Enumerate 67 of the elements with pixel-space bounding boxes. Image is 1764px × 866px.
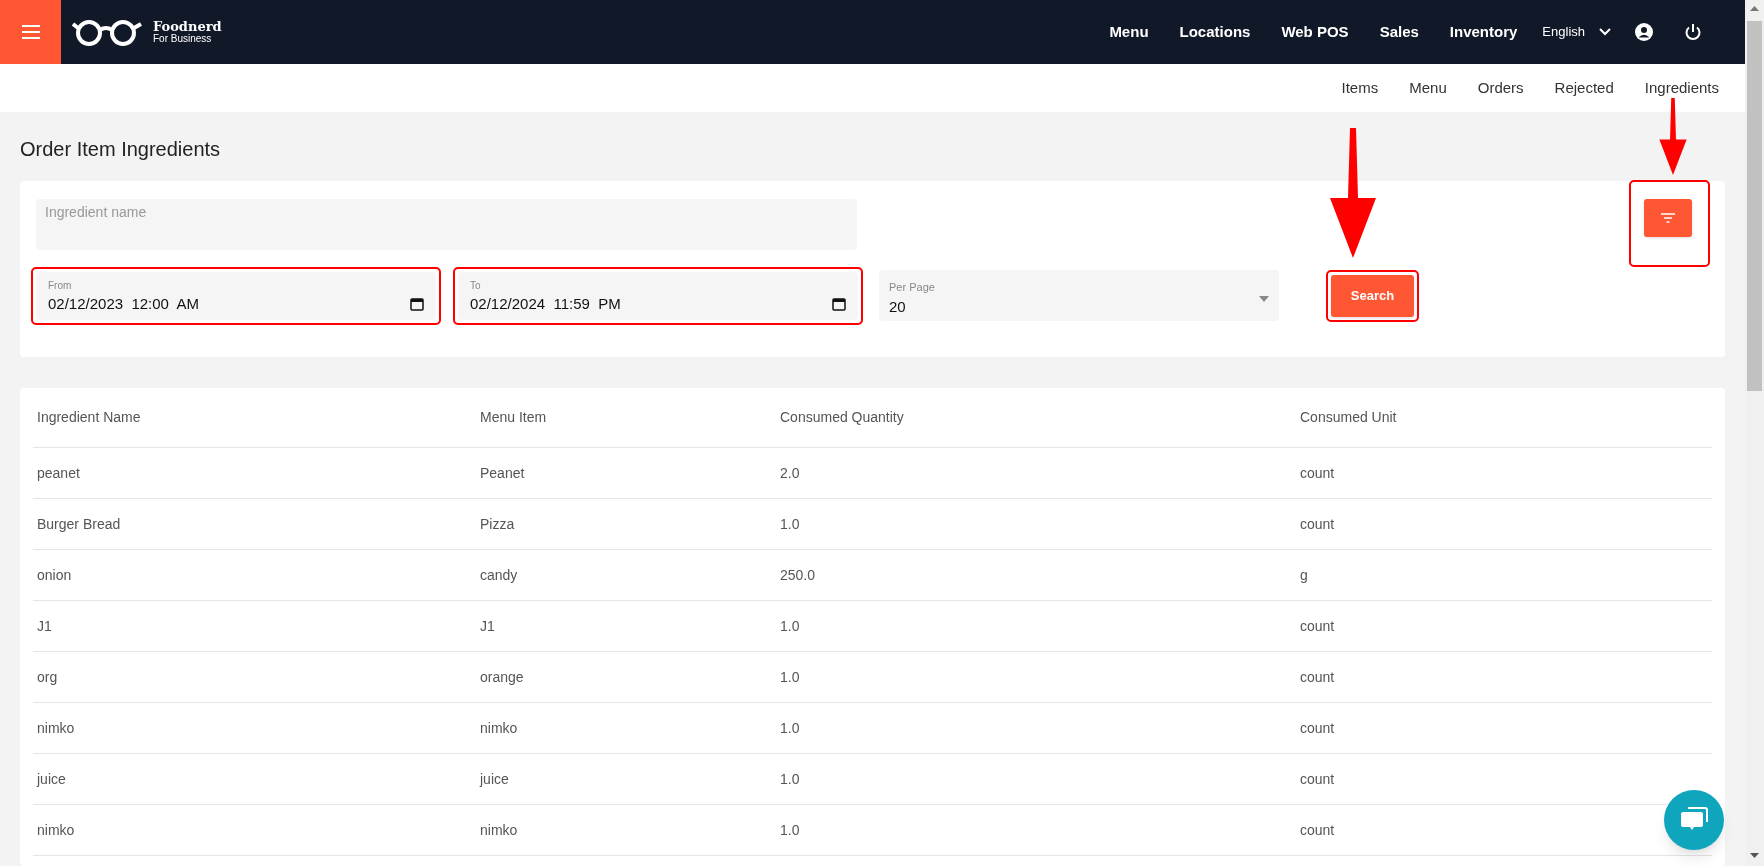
- table-cell-text: nimko: [479, 718, 519, 738]
- table-cell-text: Peanet: [479, 463, 526, 483]
- date-time-field[interactable]: From 02/12/2023 12:00 AM: [36, 271, 436, 320]
- chevron-down-icon: [1599, 28, 1611, 36]
- power-icon[interactable]: [1684, 23, 1702, 41]
- brand-name: Foodnerd: [153, 20, 222, 33]
- column-header: Menu Item: [479, 408, 548, 427]
- sub-nav-link[interactable]: Ingredients: [1644, 76, 1719, 100]
- nav-link[interactable]: Inventory: [1449, 20, 1518, 44]
- table-cell-text: J1: [479, 616, 496, 636]
- nav-link[interactable]: Locations: [1179, 20, 1251, 44]
- table-cell-text: 1.0: [779, 769, 801, 789]
- menu-button[interactable]: [0, 0, 61, 64]
- table-cell-text: 1.0: [779, 718, 801, 738]
- table-cell-text: 1.0: [779, 667, 801, 687]
- calendar-icon[interactable]: [410, 296, 424, 311]
- date-time-field[interactable]: To 02/12/2024 11:59 PM: [458, 271, 858, 320]
- table-cell-text: Pizza: [479, 514, 516, 534]
- nav-link[interactable]: Web POS: [1281, 20, 1349, 44]
- table-cell-text: 2.0: [779, 463, 801, 483]
- glasses-logo-icon: [71, 18, 145, 46]
- nav-link[interactable]: Menu: [1109, 20, 1149, 44]
- table-cell-text: count: [1299, 463, 1336, 483]
- table-cell-text: juice: [35, 769, 67, 789]
- table-cell-text: count: [1299, 718, 1336, 738]
- column-header: Ingredient Name: [36, 408, 142, 427]
- filter-icon: [1660, 213, 1676, 223]
- scrollbar-thumb[interactable]: [1747, 21, 1762, 391]
- table-cell-text: count: [1299, 667, 1336, 687]
- table-cell-text: 250.0: [779, 565, 817, 585]
- brand-tagline: For Business: [153, 34, 213, 44]
- table-cell-text: onion: [36, 565, 73, 585]
- sub-nav-link[interactable]: Rejected: [1554, 76, 1614, 100]
- sub-nav-link[interactable]: Menu: [1409, 76, 1447, 100]
- table-cell-text: nimko: [479, 820, 519, 840]
- table-cell-text: J1: [36, 616, 53, 636]
- column-header: Consumed Quantity: [779, 408, 905, 427]
- calendar-icon[interactable]: [832, 296, 846, 311]
- filter-button[interactable]: [1644, 199, 1692, 237]
- menu-icon[interactable]: [20, 25, 41, 39]
- table-cell-text: count: [1299, 820, 1336, 840]
- nav-link[interactable]: Sales: [1379, 20, 1419, 44]
- table-cell-text: 1.0: [779, 616, 801, 636]
- language-select[interactable]: English: [1542, 22, 1611, 42]
- scroll-up-icon[interactable]: [1750, 6, 1759, 11]
- table-cell-text: orange: [479, 667, 525, 687]
- page-title: Order Item Ingredients: [20, 137, 222, 162]
- table-cell-text: Burger Bread: [36, 514, 122, 534]
- per-page-select[interactable]: Per Page 20: [879, 270, 1279, 321]
- column-header: Consumed Unit: [1299, 408, 1398, 427]
- table-cell-text: 1.0: [779, 514, 801, 534]
- dropdown-caret-icon: [1259, 295, 1269, 302]
- table-cell-text: 1.0: [779, 820, 801, 840]
- table-cell-text: nimko: [36, 718, 76, 738]
- table-cell-text: candy: [479, 565, 519, 585]
- table-cell-text: juice: [478, 769, 510, 789]
- table-cell-text: count: [1299, 769, 1336, 789]
- table-cell-text: count: [1299, 616, 1336, 636]
- sub-nav-link[interactable]: Items: [1341, 76, 1379, 100]
- sub-nav-link[interactable]: Orders: [1477, 76, 1524, 100]
- table-cell-text: nimko: [36, 820, 76, 840]
- table-cell-text: count: [1299, 514, 1336, 534]
- table-cell-text: org: [36, 667, 59, 687]
- table-cell-text: g: [1299, 565, 1309, 585]
- account-icon[interactable]: [1635, 23, 1653, 41]
- scroll-down-icon[interactable]: [1750, 853, 1759, 858]
- table-cell-text: peanet: [36, 463, 81, 483]
